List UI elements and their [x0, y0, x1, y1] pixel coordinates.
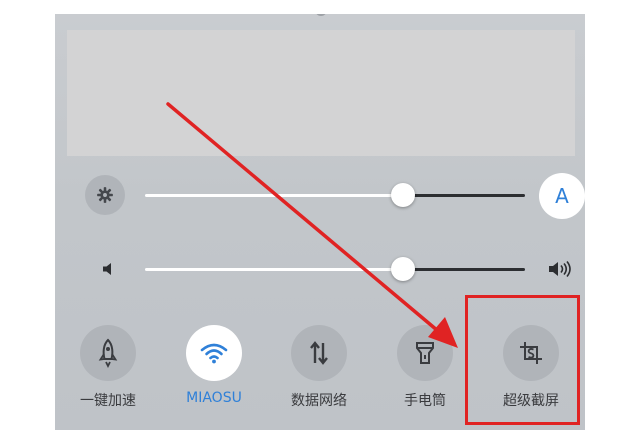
annotation-arrow	[166, 102, 458, 348]
